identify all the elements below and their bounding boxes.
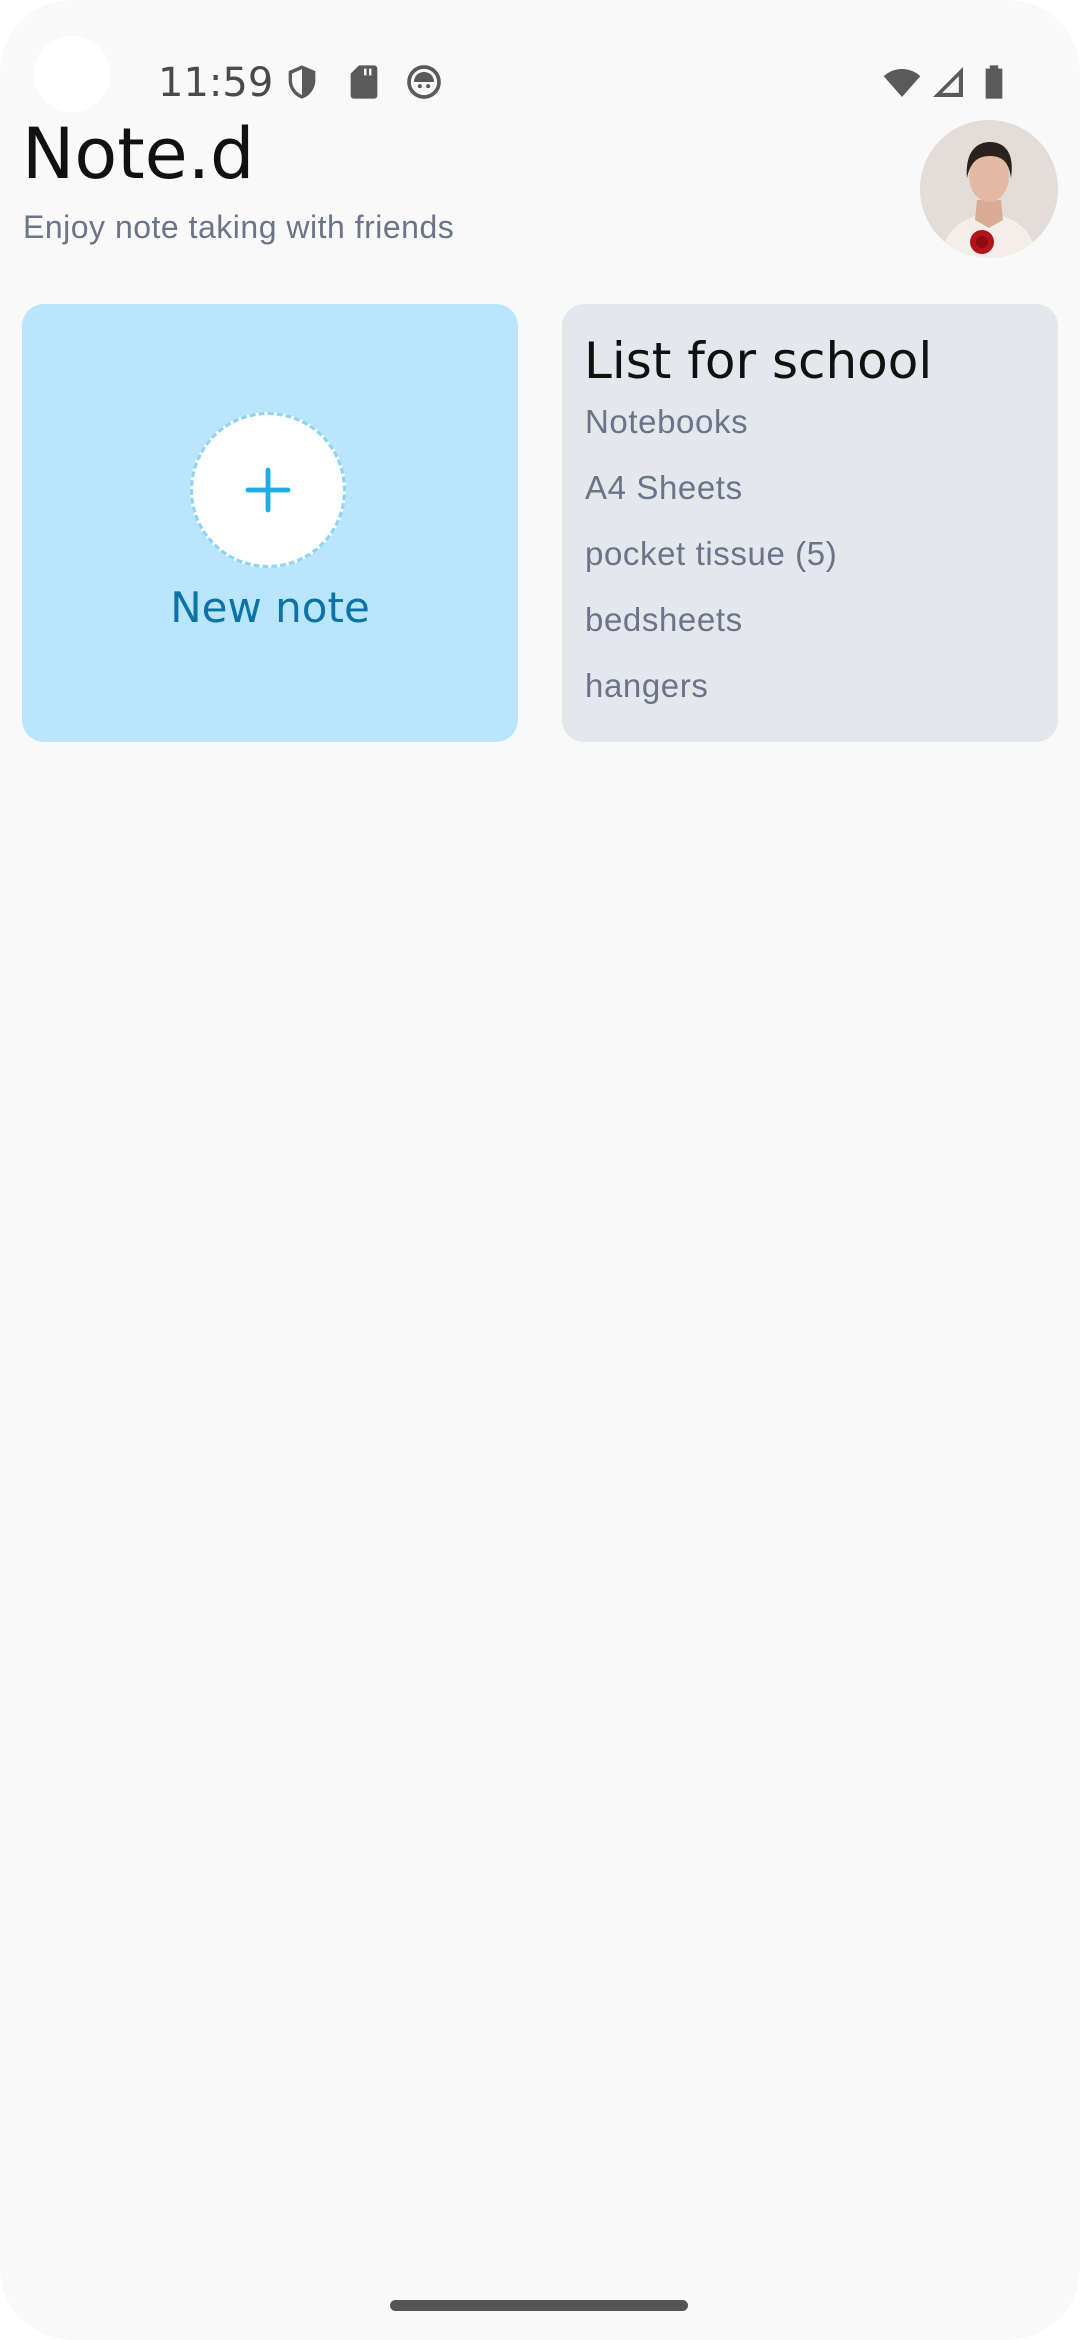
gesture-nav-bar[interactable] bbox=[390, 2300, 688, 2311]
app-screen: 11:59 Note.d Enjoy note taking with frie… bbox=[0, 0, 1080, 2340]
note-item: pocket tissue (5) bbox=[585, 535, 838, 572]
app-subtitle: Enjoy note taking with friends bbox=[23, 209, 455, 245]
note-item: Notebooks bbox=[585, 403, 749, 440]
shield-icon bbox=[282, 62, 322, 102]
note-item-list: Notebooks A4 Sheets pocket tissue (5) be… bbox=[585, 400, 837, 730]
sd-card-icon bbox=[344, 62, 384, 102]
user-avatar[interactable] bbox=[920, 120, 1058, 258]
note-item: hangers bbox=[585, 667, 709, 704]
wifi-icon bbox=[880, 62, 924, 102]
app-title: Note.d bbox=[22, 113, 255, 195]
status-time: 11:59 bbox=[158, 60, 274, 106]
avatar-image bbox=[920, 120, 1058, 258]
android-icon bbox=[404, 62, 444, 102]
cell-signal-icon bbox=[928, 62, 968, 102]
new-note-button[interactable] bbox=[190, 412, 346, 568]
new-note-card[interactable]: New note bbox=[22, 304, 518, 742]
note-item: bedsheets bbox=[585, 601, 743, 638]
note-card[interactable]: List for school Notebooks A4 Sheets pock… bbox=[562, 304, 1058, 742]
battery-icon bbox=[974, 62, 1014, 102]
note-item: A4 Sheets bbox=[585, 469, 743, 506]
note-title: List for school bbox=[584, 332, 933, 390]
plus-icon bbox=[245, 467, 291, 513]
status-bar: 11:59 bbox=[0, 0, 1080, 120]
new-note-label: New note bbox=[170, 583, 370, 632]
camera-cutout bbox=[34, 36, 110, 112]
